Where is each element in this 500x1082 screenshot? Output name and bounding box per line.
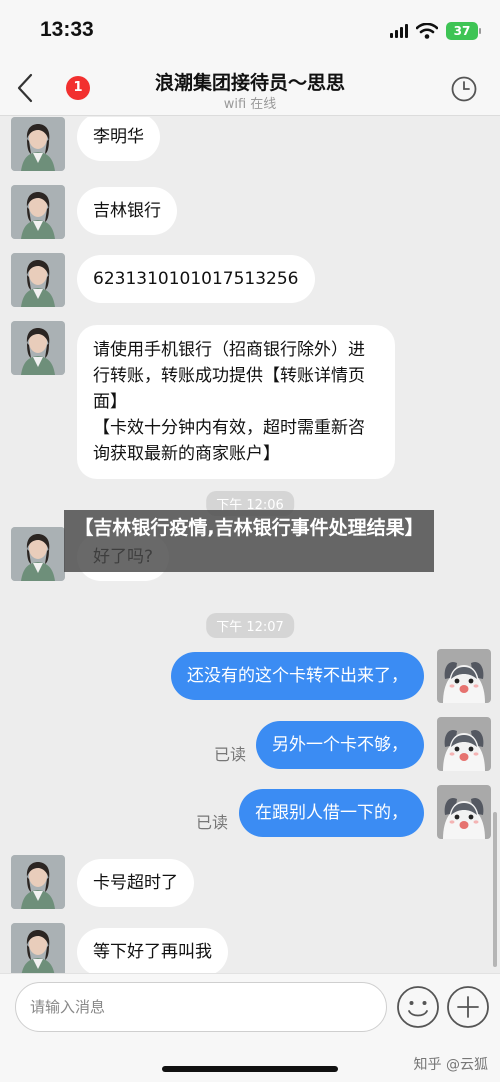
read-receipt: 已读 [213, 745, 246, 764]
status-time: 13:33 [40, 18, 94, 41]
home-indicator[interactable] [162, 1066, 338, 1072]
status-bar: 13:33 37 [0, 0, 500, 62]
online-status: wifi 在线 [223, 97, 277, 112]
message-bubble: 6231310101017513256 [77, 255, 315, 303]
agent-avatar[interactable] [11, 855, 65, 909]
input-bar: 知乎 @云狐 [0, 973, 500, 1082]
message-bubble: 请使用手机银行（招商银行除外）进行转账，转账成功提供【转账详情页面】 【卡效十分… [77, 325, 395, 479]
user-avatar[interactable] [437, 717, 491, 771]
agent-avatar[interactable] [11, 185, 65, 239]
watermark: 知乎 @云狐 [413, 1057, 488, 1073]
message-bubble: 在跟别人借一下的， [239, 789, 424, 837]
chat-header: 1 浪潮集团接待员～思思 wifi 在线 [0, 62, 500, 116]
user-avatar[interactable] [437, 785, 491, 839]
message-bubble: 吉林银行 [77, 187, 177, 235]
message-bubble: 卡号超时了 [77, 859, 194, 907]
agent-avatar[interactable] [11, 527, 65, 581]
status-icons: 37 [390, 22, 481, 40]
clock-icon[interactable] [450, 75, 478, 103]
signal-icon [390, 24, 408, 38]
battery-icon: 37 [446, 22, 481, 40]
agent-avatar[interactable] [11, 923, 65, 973]
message-bubble: 另外一个卡不够， [256, 721, 424, 769]
wifi-icon [416, 23, 438, 39]
message-bubble: 等下好了再叫我 [77, 928, 228, 973]
emoji-icon[interactable] [396, 985, 440, 1029]
user-avatar[interactable] [437, 649, 491, 703]
scrollbar[interactable] [493, 812, 497, 967]
read-receipt: 已读 [195, 813, 228, 832]
message-input[interactable] [15, 982, 387, 1032]
message-bubble: 还没有的这个卡转不出来了， [171, 652, 424, 700]
agent-avatar[interactable] [11, 321, 65, 375]
plus-icon[interactable] [446, 985, 490, 1029]
message-bubble: 李明华 [77, 117, 160, 161]
page-title: 浪潮集团接待员～思思 [154, 72, 345, 94]
agent-avatar[interactable] [11, 253, 65, 307]
agent-avatar[interactable] [11, 117, 65, 171]
timestamp-label: 下午 12:07 [206, 613, 294, 638]
overlay-caption: 【吉林银行疫情,吉林银行事件处理结果】 [64, 510, 434, 572]
